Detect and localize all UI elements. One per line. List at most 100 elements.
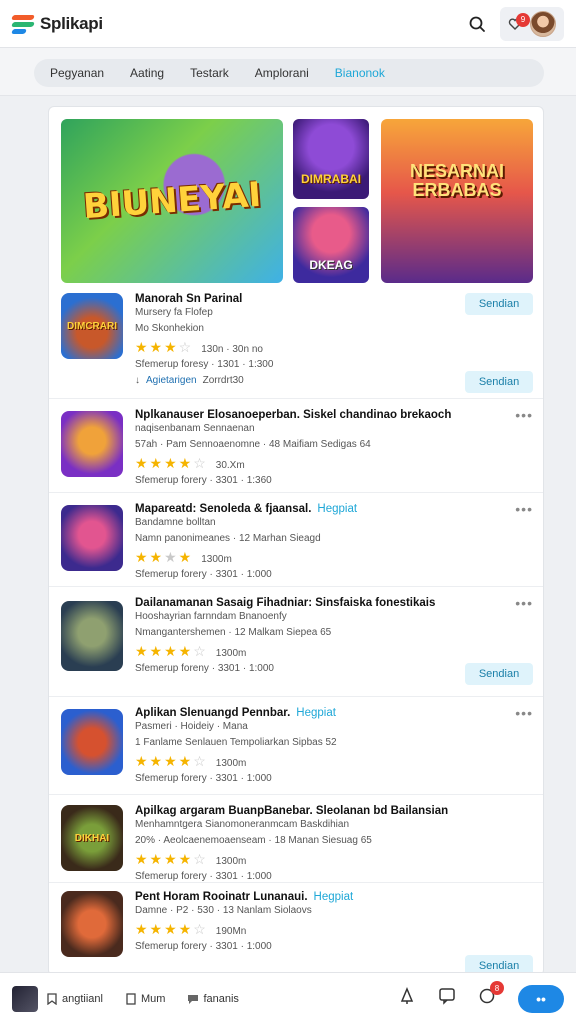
tab-bianonok[interactable]: Bianonok	[335, 66, 385, 80]
list-item[interactable]: Nplkanauser Elosanoeperban. Siskel chand…	[49, 399, 543, 493]
bottom-nav-item-1[interactable]: angtiianl	[46, 993, 103, 1005]
rating-stars: ★★★★ 1300m	[135, 549, 232, 565]
page-icon	[126, 992, 136, 1005]
app-thumbnail[interactable]	[61, 709, 123, 775]
app-thumbnail[interactable]	[61, 891, 123, 957]
app-thumbnail[interactable]	[61, 601, 123, 671]
app-title: Aplikan Slenuangd Pennbar. Hegpiat	[135, 707, 505, 719]
dots-icon: ••	[536, 990, 546, 1007]
more-options-icon[interactable]: •••	[515, 595, 533, 611]
rating-text: 130n · 30n no	[201, 344, 263, 355]
list-item[interactable]: Pent Horam Rooinatr Lunanaui. Hegpiat Dam…	[49, 883, 543, 975]
tree-icon-button[interactable]	[398, 987, 416, 1010]
banner-small-bottom-title: DKEAG	[309, 258, 353, 272]
app-subtitle: naqisenbanam Sennaenan	[135, 423, 255, 434]
app-subtitle: Pasmeri · Hoideiy · Mana	[135, 721, 248, 732]
app-meta: Sfemerup foreny · 3301 · 1:000	[135, 663, 274, 674]
app-tag[interactable]: Hegpiat	[317, 503, 357, 515]
app-thumbnail[interactable]: DIMCRARI	[61, 293, 123, 359]
sub-link[interactable]: Agietarigen	[146, 375, 197, 386]
install-button[interactable]: Sendian	[465, 293, 533, 315]
bottom-nav-label-1: angtiianl	[62, 992, 103, 1005]
list-item[interactable]: Aplikan Slenuangd Pennbar. Hegpiat Pasmer…	[49, 697, 543, 795]
chat-bubble-button[interactable]	[438, 987, 456, 1010]
list-item[interactable]: DIKHAI Apilkag argaram BuanpBanebar. Sle…	[49, 795, 543, 883]
app-meta: Sfemerup forery · 3301 · 1:000	[135, 941, 272, 952]
app-subtitle: Bandamne bolltan	[135, 517, 216, 528]
banner-main[interactable]: BIUNEYAI	[61, 119, 283, 283]
bottom-nav-label-3: fananis	[203, 992, 239, 1005]
banner-right[interactable]: NESARNAI ERBABAS	[381, 119, 533, 283]
tree-icon	[400, 987, 414, 1004]
rating-text: 30.Xm	[215, 460, 245, 471]
app-subtitle: Damne · P2 · 530 · 13 Nanlam Siolaovs	[135, 905, 312, 916]
app-tag[interactable]: Hegpiat	[296, 707, 336, 719]
bottom-nav-label-2: Mum	[140, 992, 166, 1005]
notification-area[interactable]: 9	[500, 6, 564, 41]
app-meta: Sfemerup foresy · 1301 · 1:300	[135, 359, 274, 370]
tab-amplorani[interactable]: Amplorani	[255, 66, 309, 80]
rating-stars: ★★★★☆ 1300m	[135, 643, 247, 659]
rating-text: 1300m	[215, 856, 247, 867]
logo-icon	[11, 13, 35, 35]
bookmark-icon	[47, 992, 57, 1005]
bottom-nav-item-3[interactable]: fananis	[187, 992, 239, 1005]
top-bar: Splikapi 9	[0, 0, 576, 48]
banner-right-title: NESARNAI ERBABAS	[409, 161, 504, 200]
now-playing-thumbnail[interactable]	[12, 985, 38, 1012]
tabs-area: Pegyanan Aating Testark Amplorani Bianon…	[0, 48, 576, 96]
banner-small-bottom[interactable]: DKEAG	[293, 207, 369, 283]
app-meta: Sfemerup forery · 3301 · 1:000	[135, 773, 272, 784]
app-logo[interactable]: Splikapi	[11, 13, 103, 35]
open-button[interactable]: Sendian	[465, 371, 533, 393]
rating-stars: ★★★★☆ 1300m	[135, 753, 247, 769]
app-thumbnail[interactable]: DIKHAI	[61, 805, 123, 871]
featured-sub-row: ↓ Agietarigen Zorrdrt30	[135, 375, 244, 386]
list-item-featured[interactable]: DIMCRARI Manorah Sn Parinal Mursery fa F…	[49, 285, 543, 399]
app-name: Splikapi	[40, 13, 103, 33]
notification-badge: 9	[516, 12, 530, 27]
app-meta: Sfemerup forery · 3301 · 1:360	[135, 475, 272, 486]
app-developer: 57ah · Pam Sennoaenomne · 48 Maifiam Sed…	[135, 439, 371, 450]
banner-main-title: BIUNEYAI	[81, 174, 263, 228]
action-button[interactable]: ••	[518, 984, 564, 1013]
rating-text: 1300m	[201, 554, 232, 565]
app-title: Pent Horam Rooinatr Lunanaui. Hegpiat	[135, 891, 505, 903]
more-options-icon[interactable]: •••	[515, 407, 533, 423]
more-options-icon[interactable]: •••	[515, 705, 533, 721]
list-item[interactable]: Mapareatd: Senoleda & fjaansal. Hegpiat B…	[49, 493, 543, 587]
rating-text: 1300m	[215, 648, 247, 659]
app-info: Nplkanauser Elosanoeperban. Siskel chand…	[135, 409, 505, 489]
app-list: DIMCRARI Manorah Sn Parinal Mursery fa F…	[49, 285, 543, 975]
search-button[interactable]	[464, 11, 490, 37]
app-developer: 20% · Aeolcaenemoaenseam · 18 Manan Sies…	[135, 835, 372, 846]
content-card: BIUNEYAI DIMRABAI DKEAG NESARNAI ERBABAS…	[48, 106, 544, 976]
tab-testark[interactable]: Testark	[190, 66, 229, 80]
bottom-nav-item-2[interactable]: Mum	[125, 993, 165, 1005]
app-developer: 1 Fanlame Senlauen Tempoliarkan Sipbas 5…	[135, 737, 337, 748]
banner-small-top[interactable]: DIMRABAI	[293, 119, 369, 199]
tab-pegyanan[interactable]: Pegyanan	[50, 66, 104, 80]
list-item[interactable]: Dailanamanan Sasaig Fihadniar: Sinsfaisk…	[49, 587, 543, 697]
rating-stars: ★★★★☆ 190Mn	[135, 921, 247, 937]
user-avatar[interactable]	[530, 10, 556, 37]
app-thumbnail[interactable]	[61, 505, 123, 571]
app-info: Dailanamanan Sasaig Fihadniar: Sinsfaisk…	[135, 597, 505, 677]
thumbnail-label: DIKHAI	[74, 832, 110, 844]
rating-text: 190Mn	[215, 926, 247, 937]
app-developer: Namn panonimeanes · 12 Marhan Sieagd	[135, 533, 321, 544]
tab-bar: Pegyanan Aating Testark Amplorani Bianon…	[34, 59, 544, 87]
more-options-icon[interactable]: •••	[515, 501, 533, 517]
app-meta: Sfemerup forery · 3301 · 1:000	[135, 569, 272, 580]
app-title: Manorah Sn Parinal	[135, 293, 243, 305]
rating-text: 1300m	[215, 758, 247, 769]
app-tag[interactable]: Hegpiat	[314, 891, 354, 903]
tab-aating[interactable]: Aating	[130, 66, 164, 80]
banner-grid: BIUNEYAI DIMRABAI DKEAG NESARNAI ERBABAS	[61, 119, 533, 285]
app-title: Apilkag argaram BuanpBanebar. Sleolanan …	[135, 805, 449, 817]
notifications-button[interactable]: 8	[478, 981, 504, 1010]
app-developer: Mo Skonhekion	[135, 323, 204, 334]
app-thumbnail[interactable]	[61, 411, 123, 477]
open-button[interactable]: Sendian	[465, 663, 533, 685]
app-subtitle: Mursery fa Flofep	[135, 307, 213, 318]
